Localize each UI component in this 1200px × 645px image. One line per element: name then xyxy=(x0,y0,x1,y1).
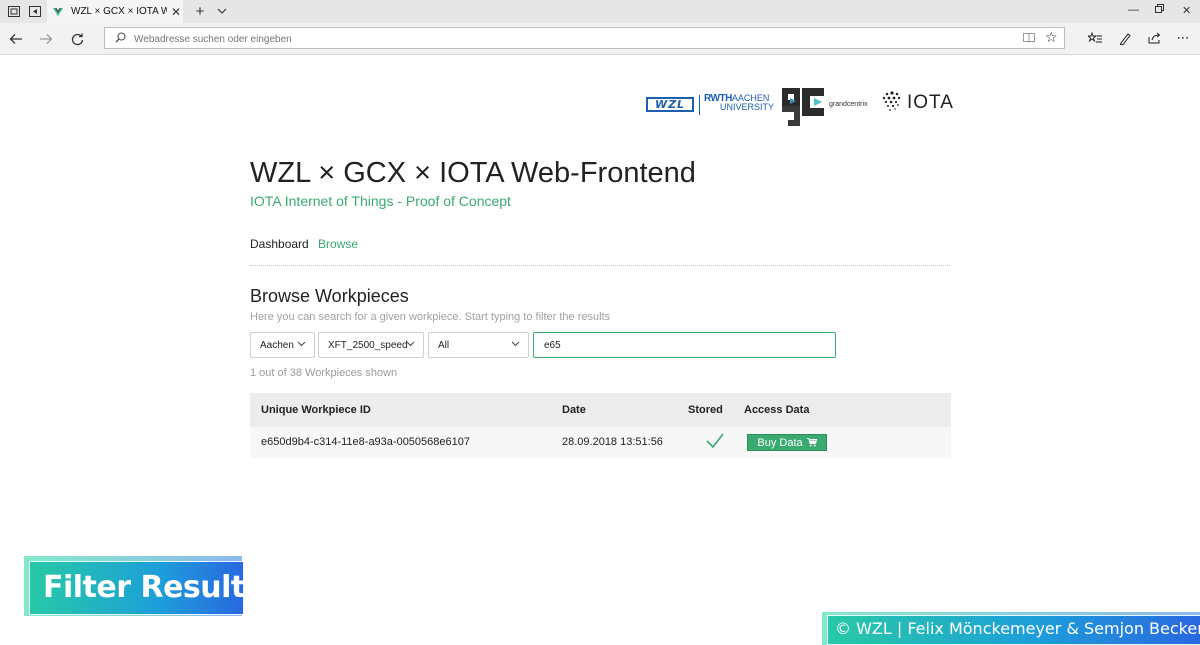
model-select[interactable]: XFT_2500_speed xyxy=(318,332,424,358)
wzl-logo: WZL xyxy=(646,97,694,112)
stored-check-icon xyxy=(706,433,724,449)
address-input[interactable] xyxy=(132,30,1016,48)
credit-overlay: © WZL | Felix Mönckemeyer & Semjon Becke… xyxy=(822,612,1200,645)
notes-icon[interactable] xyxy=(1117,30,1133,46)
column-header-id: Unique Workpiece ID xyxy=(261,404,371,416)
nav-dashboard-link[interactable]: Dashboard xyxy=(250,237,309,251)
logo-divider xyxy=(699,95,700,115)
back-icon[interactable] xyxy=(7,30,25,48)
caption-overlay: Filter Results xyxy=(24,556,263,618)
active-tab[interactable]: WZL × GCX × IOTA Wel ✕ xyxy=(47,0,183,23)
vue-favicon xyxy=(53,7,63,16)
partner-logos: WZL RWTHAACHEN UNIVERSITY grandcentrix I… xyxy=(646,86,954,130)
caption-text: Filter Results xyxy=(43,570,263,605)
forward-icon[interactable] xyxy=(37,30,55,48)
status-select-value: All xyxy=(438,339,450,351)
rwth-logo: RWTHAACHEN UNIVERSITY xyxy=(704,93,775,112)
cart-icon xyxy=(806,438,817,447)
result-count: 1 out of 38 Workpieces shown xyxy=(250,367,398,379)
grandcentrix-logo-text: grandcentrix xyxy=(829,101,868,108)
share-icon[interactable] xyxy=(1146,30,1162,46)
buy-data-label: Buy Data xyxy=(757,436,803,449)
iota-logo-mark xyxy=(882,91,901,111)
page-subtitle: IOTA Internet of Things - Proof of Conce… xyxy=(250,193,511,209)
column-header-access: Access Data xyxy=(744,404,810,416)
workpiece-search-input[interactable] xyxy=(533,332,836,358)
refresh-icon[interactable] xyxy=(68,30,86,48)
new-tab-icon[interactable]: + xyxy=(192,3,208,20)
close-window-icon[interactable]: ✕ xyxy=(1182,4,1191,17)
section-title: Browse Workpieces xyxy=(250,286,409,306)
chevron-down-icon xyxy=(406,341,415,347)
table-header: Unique Workpiece ID Date Stored Access D… xyxy=(250,393,951,427)
chevron-down-icon xyxy=(297,341,306,347)
grandcentrix-logo-mark xyxy=(782,88,824,126)
iota-logo-text: IOTA xyxy=(907,92,954,113)
nav-divider xyxy=(250,265,950,266)
browser-tab-bar: WZL × GCX × IOTA Wel ✕ + — ✕ xyxy=(0,0,1200,24)
more-icon[interactable]: ⋯ xyxy=(1175,30,1191,46)
workpiece-table: Unique Workpiece ID Date Stored Access D… xyxy=(250,393,951,458)
set-aside-tabs-icon[interactable] xyxy=(27,3,43,19)
table-row: e650d9b4-c314-11e8-a93a-0050568e6107 28.… xyxy=(250,427,951,458)
favorite-star-icon[interactable]: ☆ xyxy=(1045,29,1058,46)
status-select[interactable]: All xyxy=(428,332,529,358)
city-select[interactable]: Aachen xyxy=(250,332,315,358)
nav-browse-link[interactable]: Browse xyxy=(318,237,358,251)
address-box[interactable]: ☆ xyxy=(104,27,1065,49)
workpiece-id: e650d9b4-c314-11e8-a93a-0050568e6107 xyxy=(261,436,470,448)
section-hint: Here you can search for a given workpiec… xyxy=(250,311,611,323)
column-header-stored: Stored xyxy=(688,404,723,416)
restore-icon[interactable] xyxy=(1155,4,1164,16)
favorites-list-icon[interactable] xyxy=(1087,30,1103,46)
tab-list-icon[interactable] xyxy=(214,3,230,19)
tab-title: WZL × GCX × IOTA Wel xyxy=(71,6,167,17)
buy-data-button[interactable]: Buy Data xyxy=(747,434,827,451)
column-header-date: Date xyxy=(562,404,586,416)
search-icon xyxy=(115,32,126,43)
credit-text: © WZL | Felix Mönckemeyer & Semjon Becke… xyxy=(835,619,1200,638)
model-select-value: XFT_2500_speed xyxy=(328,339,408,351)
reading-view-icon[interactable] xyxy=(1023,33,1035,43)
tab-preview-icon[interactable] xyxy=(6,3,22,19)
browser-address-bar: ☆ xyxy=(0,23,1200,55)
close-tab-icon[interactable]: ✕ xyxy=(171,5,181,19)
page-title: WZL × GCX × IOTA Web-Frontend xyxy=(250,157,696,189)
chevron-down-icon xyxy=(511,341,520,347)
city-select-value: Aachen xyxy=(260,339,294,351)
workpiece-date: 28.09.2018 13:51:56 xyxy=(562,436,663,448)
minimize-icon[interactable]: — xyxy=(1128,4,1139,16)
